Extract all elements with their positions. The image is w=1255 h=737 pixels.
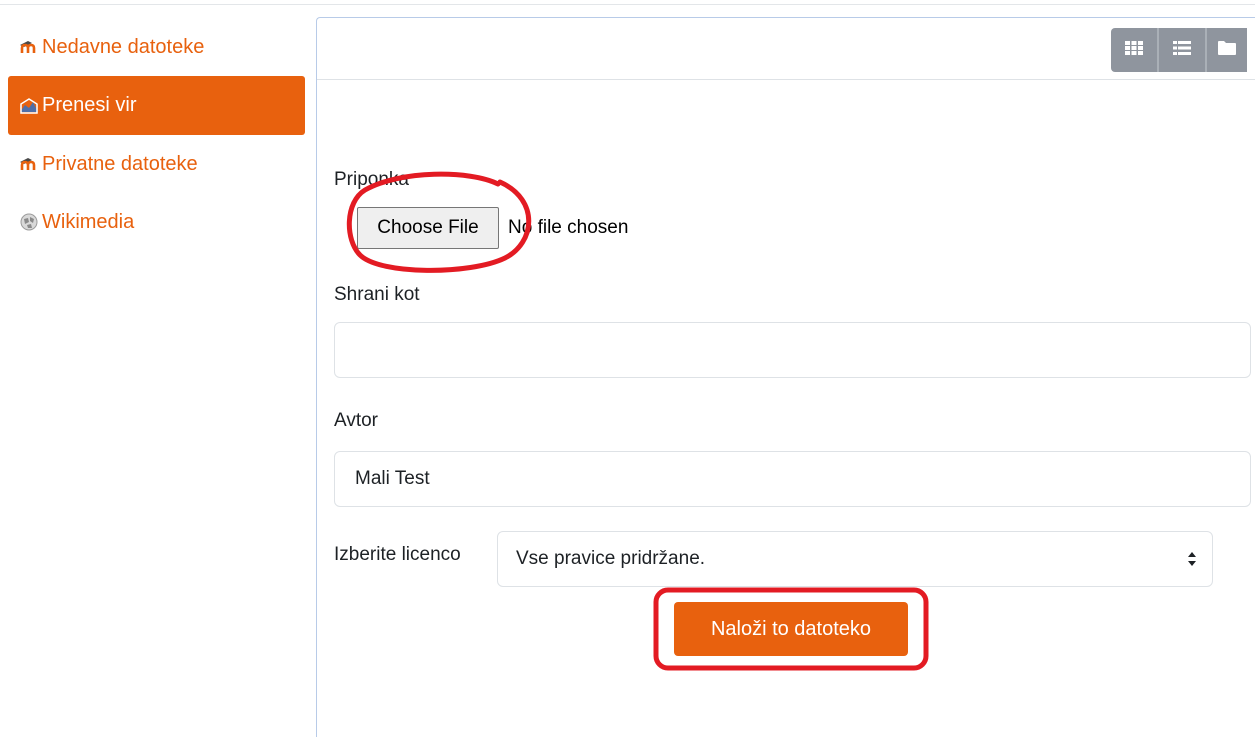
license-select[interactable]: Vse pravice pridržane. [497, 531, 1213, 587]
upload-icon [18, 96, 40, 116]
save-as-label: Shrani kot [334, 284, 420, 305]
license-selected-value: Vse pravice pridržane. [516, 548, 706, 569]
list-view-icon [1173, 40, 1191, 60]
moodle-icon [18, 154, 40, 174]
sidebar-item-label: Privatne datoteke [42, 152, 198, 175]
moodle-icon [18, 37, 40, 57]
save-as-input[interactable] [334, 322, 1251, 378]
panel-header [317, 18, 1255, 80]
sidebar-item-label: Prenesi vir [42, 94, 137, 116]
sidebar-item-label: Nedavne datoteke [42, 35, 205, 58]
sidebar-item-private-files[interactable]: Privatne datoteke [0, 135, 305, 193]
choose-file-button[interactable]: Choose File [357, 207, 499, 249]
sidebar-item-recent-files[interactable]: Nedavne datoteke [0, 18, 305, 76]
repository-sidebar: Nedavne datoteke Prenesi vir Privatne da… [0, 18, 305, 251]
sidebar-item-wikimedia[interactable]: Wikimedia [0, 193, 305, 251]
top-divider [0, 4, 1255, 5]
no-file-text: No file chosen [508, 217, 629, 238]
author-label: Avtor [334, 410, 379, 431]
sidebar-item-label: Wikimedia [42, 210, 135, 233]
wikimedia-icon [18, 212, 40, 232]
sidebar-item-upload[interactable]: Prenesi vir [8, 76, 305, 135]
upload-file-button[interactable]: Naloži to datoteko [674, 602, 908, 656]
list-view-button[interactable] [1159, 28, 1207, 72]
folder-view-icon [1218, 40, 1236, 60]
view-switcher [1111, 28, 1247, 72]
author-input[interactable] [334, 451, 1251, 507]
grid-view-icon [1125, 40, 1143, 60]
select-arrow-icon [1186, 548, 1198, 570]
license-label: Izberite licenco [334, 544, 461, 565]
attachment-label: Priponka [334, 169, 409, 190]
folder-view-button[interactable] [1207, 28, 1247, 72]
grid-view-button[interactable] [1111, 28, 1159, 72]
